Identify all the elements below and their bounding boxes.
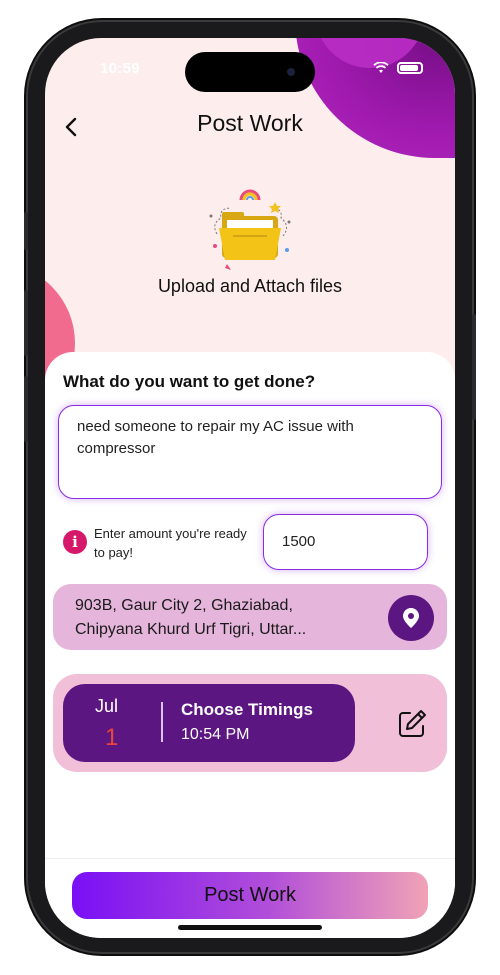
mute-switch (24, 212, 28, 250)
address-line-2: Chipyana Khurd Urf Tigri, Uttar... (75, 621, 307, 638)
power-button (472, 314, 476, 420)
app-screen: 10:59 Post Work Upload and Attach files … (45, 38, 455, 938)
upload-label[interactable]: Upload and Attach files (45, 276, 455, 297)
timing-month: Jul (95, 696, 119, 716)
timing-day: 1 (105, 724, 119, 751)
page-title: Post Work (197, 110, 303, 136)
address-line-1: 903B, Gaur City 2, Ghaziabad, (75, 597, 293, 614)
volume-up-button (24, 290, 28, 356)
task-question-label: What do you want to get done? (63, 372, 316, 391)
task-description-input[interactable]: need someone to repair my AC issue with … (58, 405, 442, 499)
amount-hint: Enter amount you're ready to pay! (94, 526, 247, 560)
post-work-form: What do you want to get done? need someo… (45, 352, 455, 938)
timing-time: 10:54 PM (181, 726, 250, 743)
dynamic-island (185, 52, 315, 92)
location-button[interactable] (388, 595, 434, 641)
choose-timings-button[interactable]: Jul 1 Choose Timings 10:54 PM (63, 684, 355, 762)
timing-divider (161, 702, 163, 742)
status-time: 10:59 (100, 60, 140, 77)
status-icons (373, 62, 423, 74)
wifi-icon (373, 62, 389, 73)
location-pin-icon (403, 608, 419, 628)
post-work-button[interactable]: Post Work (72, 872, 428, 919)
info-icon: i (63, 530, 87, 554)
home-indicator[interactable] (178, 925, 322, 930)
volume-down-button (24, 376, 28, 442)
battery-icon (397, 62, 423, 74)
edit-icon[interactable] (396, 708, 428, 740)
timing-section: Jul 1 Choose Timings 10:54 PM (53, 674, 447, 772)
footer-divider (45, 858, 455, 859)
upload-folder-illustration[interactable] (205, 186, 295, 276)
timing-title: Choose Timings (181, 700, 313, 719)
amount-input[interactable]: 1500 (263, 514, 428, 570)
